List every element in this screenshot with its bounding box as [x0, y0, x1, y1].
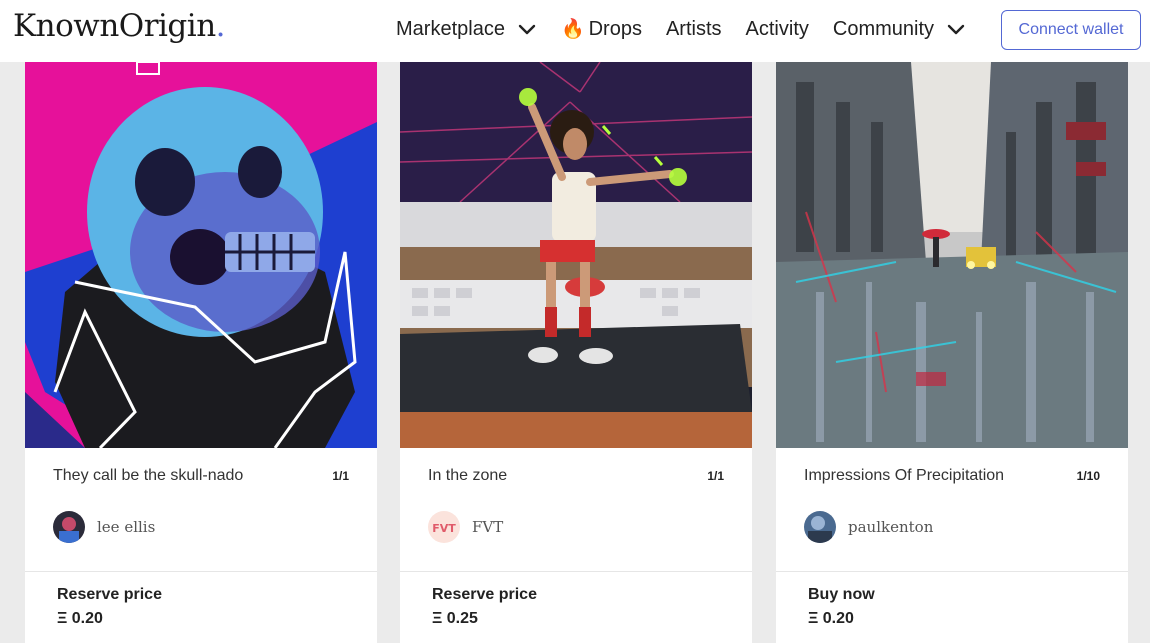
edition-count: 1/1 — [332, 469, 349, 483]
nav-community-label: Community — [832, 17, 935, 40]
artwork-title[interactable]: They call be the skull-nado — [53, 467, 243, 485]
artist-avatar[interactable] — [804, 511, 836, 543]
logo-dot: . — [215, 8, 226, 44]
artwork-image-city-rain[interactable] — [776, 62, 1128, 448]
artwork-title[interactable]: Impressions Of Precipitation — [804, 467, 1004, 485]
edition-count: 1/1 — [707, 469, 724, 483]
card-divider — [400, 571, 752, 572]
artwork-title[interactable]: In the zone — [428, 467, 507, 485]
nav-artists[interactable]: Artists — [666, 18, 722, 41]
nav-drops[interactable]: 🔥 Drops — [561, 17, 642, 41]
price-value: Ξ 0.20 — [57, 610, 103, 627]
artwork-image-skull[interactable] — [25, 62, 377, 448]
nav-artists-label: Artists — [665, 17, 722, 40]
connect-wallet-button[interactable]: Connect wallet — [1001, 10, 1141, 50]
fire-icon: 🔥 — [560, 19, 585, 40]
chevron-down-icon — [518, 24, 536, 35]
price-label: Reserve price — [432, 586, 537, 603]
nav-activity-label: Activity — [745, 17, 809, 40]
artist-avatar[interactable]: FVT — [428, 511, 460, 543]
artwork-card[interactable]: They call be the skull-nado 1/1 lee elli… — [25, 62, 377, 643]
nav-activity[interactable]: Activity — [746, 18, 809, 41]
avatar-fvt-text: FVT — [432, 522, 456, 535]
nav-community[interactable]: Community — [833, 18, 966, 41]
artist-avatar[interactable] — [53, 511, 85, 543]
main-nav: Marketplace 🔥 Drops Artists Activity Com… — [396, 17, 990, 41]
artwork-card[interactable]: Impressions Of Precipitation 1/10 paulke… — [776, 62, 1128, 643]
nav-marketplace-label: Marketplace — [396, 17, 505, 40]
artwork-image-dancer[interactable] — [400, 62, 752, 448]
artist-name[interactable]: FVT — [472, 518, 503, 536]
top-navigation-bar: KnownOrigin. Marketplace 🔥 Drops Artists… — [0, 0, 1150, 62]
price-label: Buy now — [808, 586, 875, 603]
price-value: Ξ 0.20 — [808, 610, 854, 627]
price-label: Reserve price — [57, 586, 162, 603]
card-divider — [776, 571, 1128, 572]
nav-drops-label: Drops — [588, 17, 642, 40]
chevron-down-icon — [947, 24, 965, 35]
logo-text: KnownOrigin — [13, 8, 216, 44]
price-value: Ξ 0.25 — [432, 610, 478, 627]
artwork-card[interactable]: In the zone 1/1 FVT FVT Reserve price Ξ … — [400, 62, 752, 643]
nav-marketplace[interactable]: Marketplace — [396, 18, 537, 41]
artist-name[interactable]: paulkenton — [848, 518, 933, 536]
edition-count: 1/10 — [1076, 469, 1100, 483]
knownorigin-logo[interactable]: KnownOrigin. — [13, 8, 226, 44]
card-divider — [25, 571, 377, 572]
artist-name[interactable]: lee ellis — [97, 518, 155, 536]
